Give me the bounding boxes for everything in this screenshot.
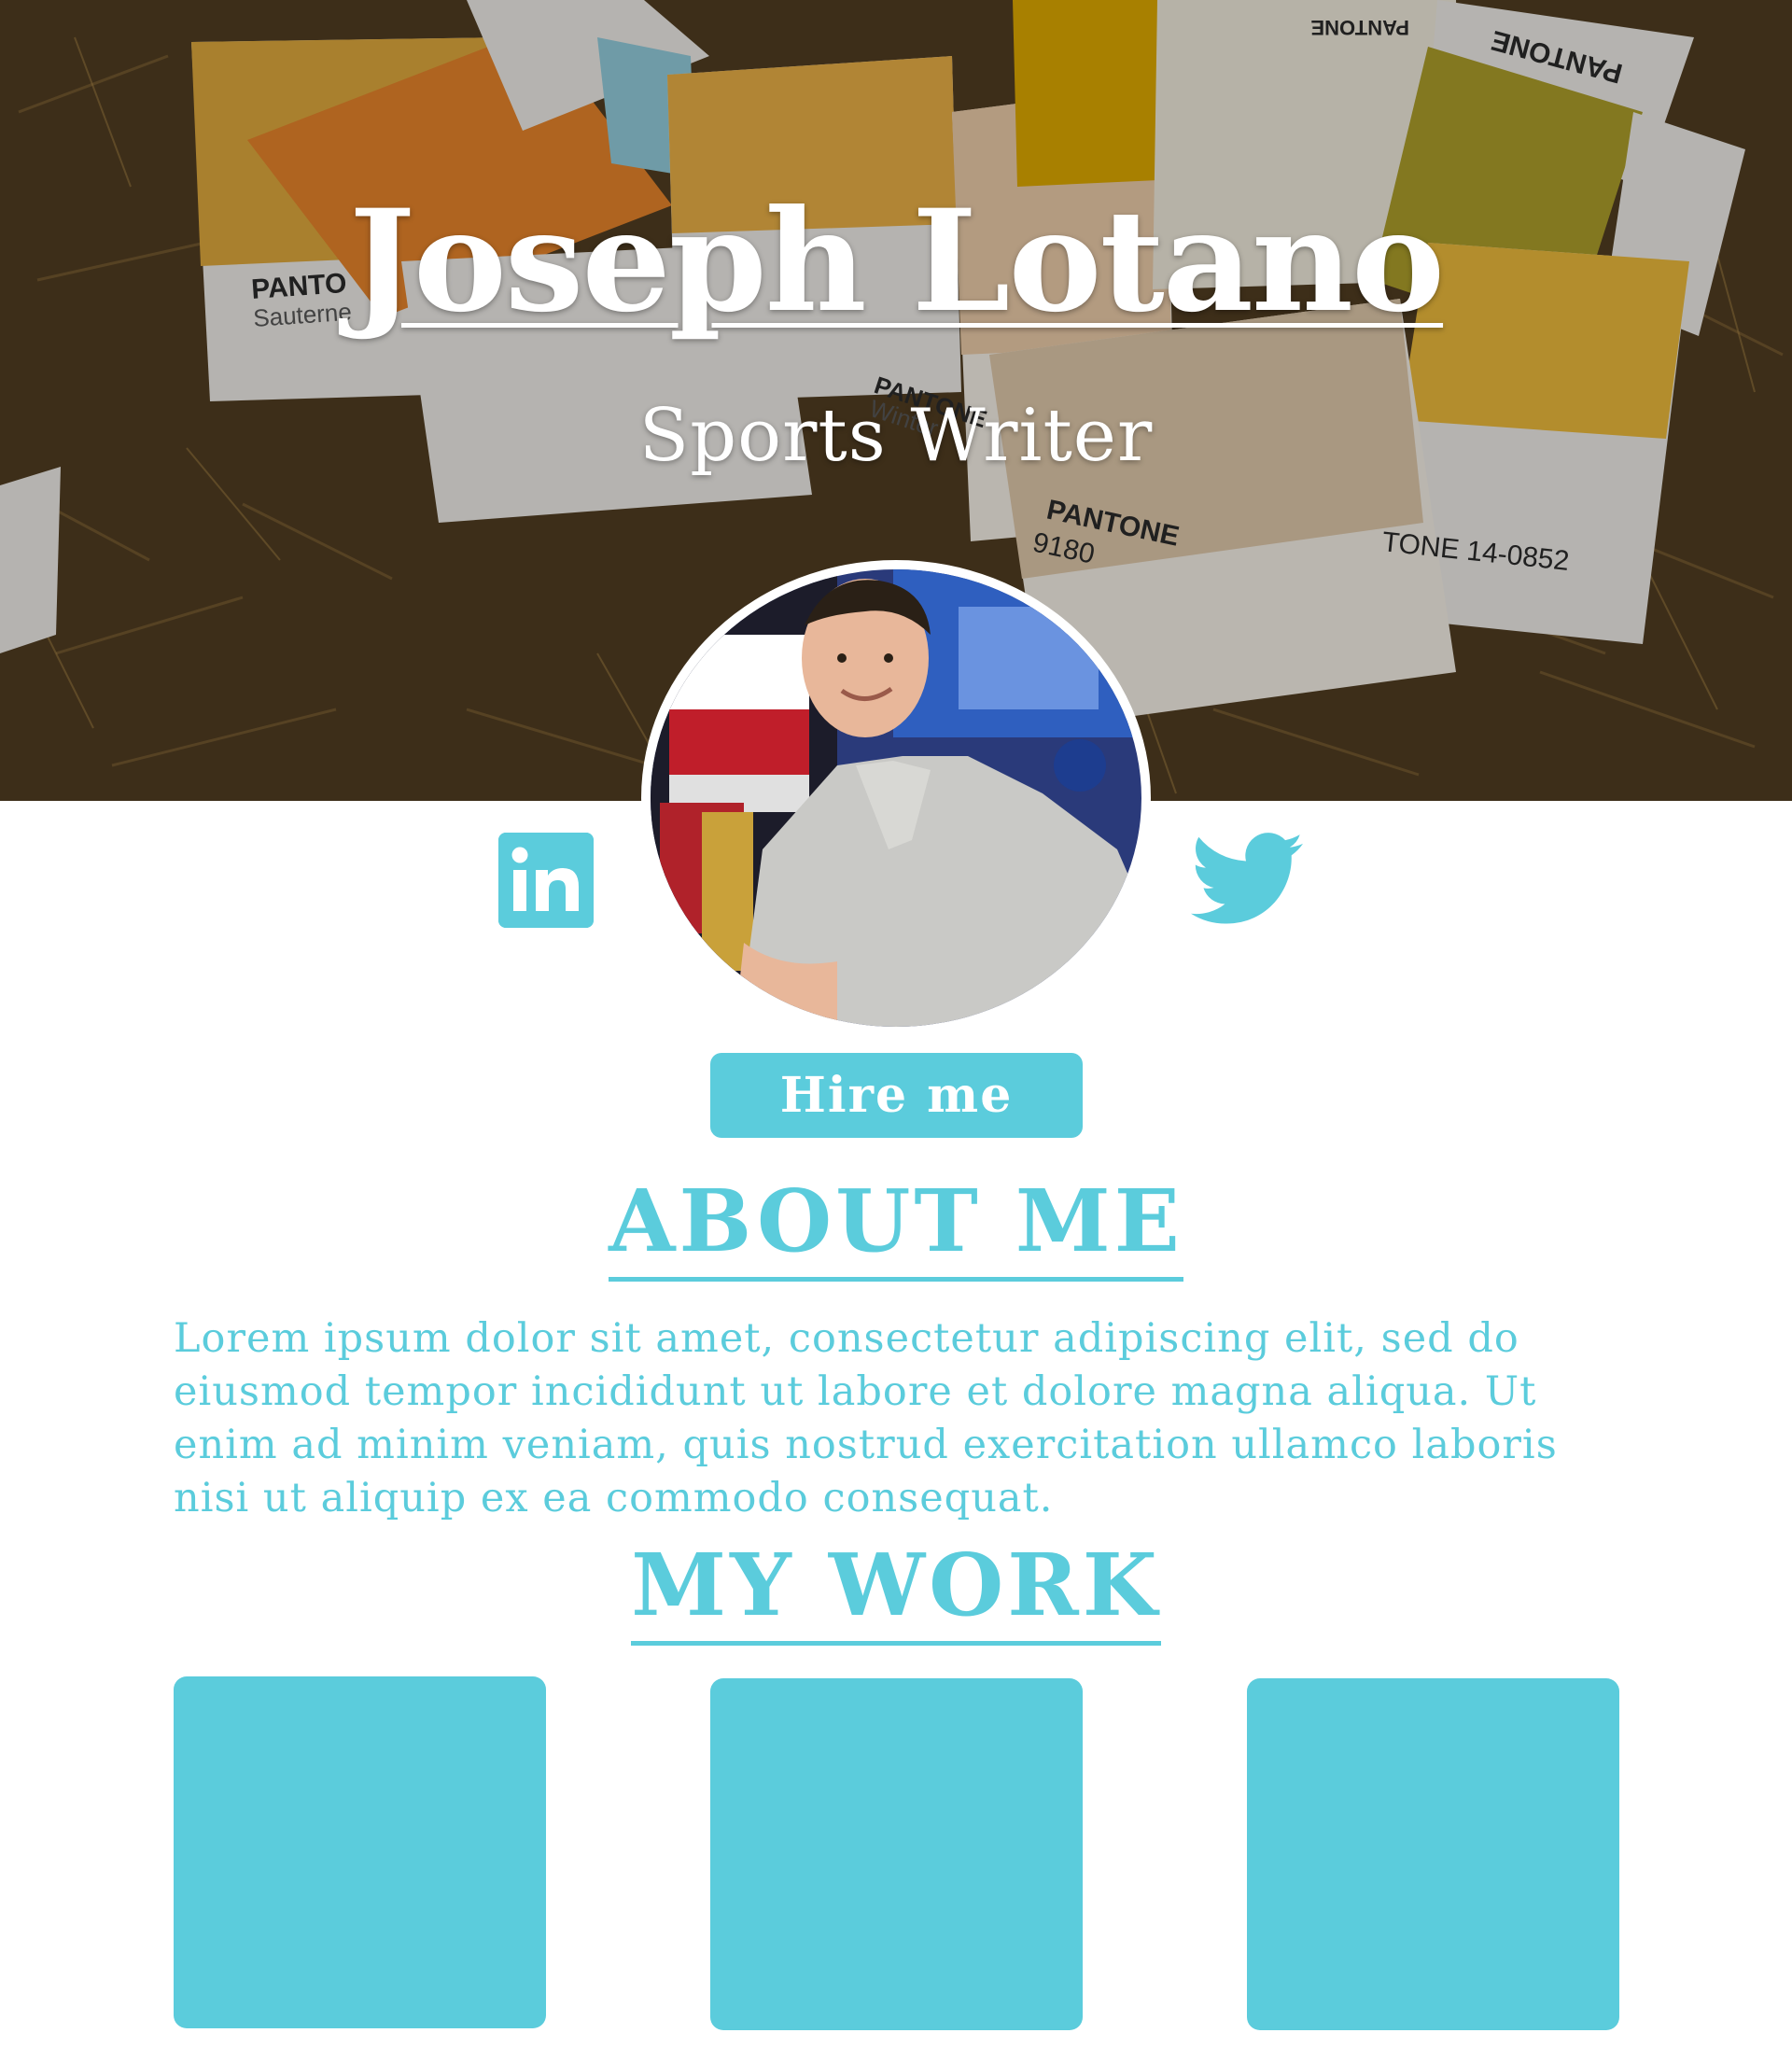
about-body-text: Lorem ipsum dolor sit amet, consectetur …: [174, 1315, 1558, 1521]
about-heading-text: ABOUT ME: [609, 1178, 1183, 1282]
twitter-link[interactable]: [1191, 833, 1303, 926]
linkedin-link[interactable]: [498, 833, 594, 928]
profile-photo: [651, 569, 1141, 1027]
linkedin-icon: [498, 833, 594, 928]
about-section-heading: ABOUT ME: [0, 1178, 1792, 1282]
work-tile-3[interactable]: [1247, 1678, 1619, 2030]
hire-me-button[interactable]: Hire me: [710, 1053, 1083, 1138]
hero-name-heading: Joseph Lotano: [348, 179, 1445, 344]
work-tile-2[interactable]: [710, 1678, 1083, 2030]
work-tile-1[interactable]: [174, 1676, 546, 2028]
twitter-icon: [1191, 833, 1303, 924]
profile-avatar: [641, 560, 1151, 1036]
work-section-heading: MY WORK: [0, 1542, 1792, 1646]
hero-role-subtitle: Sports Writer: [638, 394, 1154, 478]
work-heading-text: MY WORK: [631, 1542, 1161, 1646]
